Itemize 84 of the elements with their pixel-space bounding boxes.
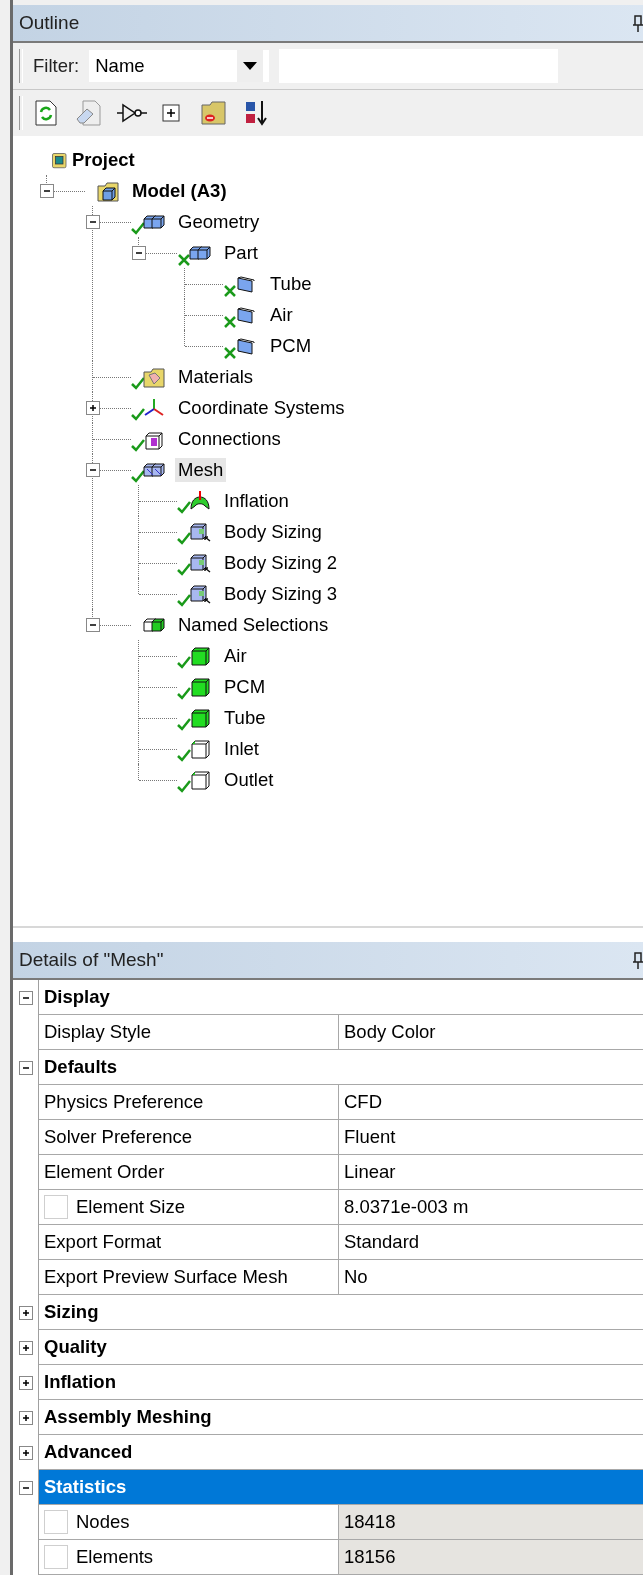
group-header[interactable]: Defaults bbox=[39, 1050, 643, 1085]
expand-toggle[interactable] bbox=[18, 1375, 33, 1390]
parameter-checkbox[interactable] bbox=[44, 1195, 68, 1219]
tree-item[interactable]: Tube bbox=[221, 705, 269, 730]
sizing-icon bbox=[189, 520, 213, 545]
panel-title: Outline bbox=[19, 12, 80, 34]
tree-item[interactable]: Materials bbox=[175, 364, 257, 389]
property-value[interactable]: No bbox=[339, 1260, 643, 1295]
property-value[interactable]: CFD bbox=[339, 1085, 643, 1120]
tree-item[interactable]: Coordinate Systems bbox=[175, 395, 348, 420]
tree-item[interactable]: Body Sizing 2 bbox=[221, 550, 341, 575]
pin-icon[interactable] bbox=[633, 950, 643, 970]
named-empty-icon bbox=[189, 737, 213, 762]
tree-item[interactable]: Connections bbox=[175, 426, 284, 451]
tree-item[interactable]: Part bbox=[221, 240, 261, 265]
tree-item[interactable]: Project bbox=[69, 147, 138, 172]
sort-icon[interactable] bbox=[243, 99, 269, 127]
tree-item[interactable]: Air bbox=[221, 643, 250, 668]
tree-item[interactable]: PCM bbox=[221, 674, 269, 699]
property-name: Display Style bbox=[39, 1015, 339, 1050]
tree-item[interactable]: PCM bbox=[267, 333, 315, 358]
group-header[interactable]: Assembly Meshing bbox=[39, 1400, 643, 1435]
group-header[interactable]: Display bbox=[39, 980, 643, 1015]
group-header[interactable]: Sizing bbox=[39, 1295, 643, 1330]
named-empty-icon bbox=[189, 768, 213, 793]
expand-toggle[interactable] bbox=[18, 1445, 33, 1460]
model-icon bbox=[97, 179, 121, 204]
tree-item[interactable]: Tube bbox=[267, 271, 315, 296]
property-name: Physics Preference bbox=[39, 1085, 339, 1120]
parameter-checkbox[interactable] bbox=[44, 1545, 68, 1569]
tree-item[interactable]: Body Sizing 3 bbox=[221, 581, 341, 606]
sizing-icon bbox=[189, 551, 213, 576]
folder-icon[interactable] bbox=[201, 99, 227, 127]
expand-toggle[interactable] bbox=[86, 400, 100, 415]
tree-item[interactable]: Model (A3) bbox=[129, 178, 230, 203]
named-solid-icon bbox=[189, 644, 213, 669]
property-label: Nodes bbox=[76, 1511, 130, 1533]
property-value[interactable]: Body Color bbox=[339, 1015, 643, 1050]
collapse-toggle[interactable] bbox=[132, 245, 146, 260]
property-value[interactable]: 8.0371e-003 m bbox=[339, 1190, 643, 1225]
property-label: Elements bbox=[76, 1546, 154, 1568]
property-value[interactable]: Linear bbox=[339, 1155, 643, 1190]
named-solid-icon bbox=[189, 675, 213, 700]
materials-icon bbox=[143, 365, 167, 390]
tree-item[interactable]: Mesh bbox=[175, 457, 227, 482]
property-value[interactable]: 18418 bbox=[339, 1505, 643, 1540]
tree-item[interactable]: Inflation bbox=[221, 488, 292, 513]
expand-toggle[interactable] bbox=[18, 1340, 33, 1355]
tree-item[interactable]: Inlet bbox=[221, 736, 262, 761]
group-header[interactable]: Inflation bbox=[39, 1365, 643, 1400]
property-name: Export Preview Surface Mesh bbox=[39, 1260, 339, 1295]
property-label: Element Size bbox=[76, 1196, 185, 1218]
refresh-icon[interactable] bbox=[33, 99, 59, 127]
group-header[interactable]: Quality bbox=[39, 1330, 643, 1365]
expand-toggle[interactable] bbox=[18, 1305, 33, 1320]
panel-title: Details of "Mesh" bbox=[19, 949, 164, 971]
sizing-icon bbox=[189, 582, 213, 607]
group-header[interactable]: Statistics bbox=[39, 1470, 643, 1505]
collapse-toggle[interactable] bbox=[18, 1060, 33, 1075]
collapse-toggle[interactable] bbox=[40, 183, 54, 198]
pin-icon[interactable] bbox=[633, 13, 643, 33]
parameter-checkbox[interactable] bbox=[44, 1510, 68, 1534]
collapse-toggle[interactable] bbox=[86, 462, 100, 477]
property-name: Solver Preference bbox=[39, 1120, 339, 1155]
caret-icon bbox=[243, 62, 258, 70]
property-name: Element Order bbox=[39, 1155, 339, 1190]
property-value[interactable]: 18156 bbox=[339, 1540, 643, 1575]
property-value[interactable]: Standard bbox=[339, 1225, 643, 1260]
eraser-icon[interactable] bbox=[75, 99, 101, 127]
filter-label: Filter: bbox=[33, 55, 80, 77]
property-name: Export Format bbox=[39, 1225, 339, 1260]
property-value[interactable]: Fluent bbox=[339, 1120, 643, 1155]
expand-toggle[interactable] bbox=[18, 1410, 33, 1425]
tree-item[interactable]: Body Sizing bbox=[221, 519, 325, 544]
tree-item[interactable]: Geometry bbox=[175, 209, 263, 234]
tree-item[interactable]: Outlet bbox=[221, 767, 277, 792]
collapse-toggle[interactable] bbox=[86, 214, 100, 229]
filter-dropdown[interactable]: Name bbox=[89, 50, 270, 82]
collapse-toggle[interactable] bbox=[18, 1480, 33, 1495]
collapse-toggle[interactable] bbox=[18, 990, 33, 1005]
tree-item[interactable]: Named Selections bbox=[175, 612, 332, 637]
tree-item[interactable]: Air bbox=[267, 302, 296, 327]
collapse-toggle[interactable] bbox=[86, 617, 100, 632]
named-solid-icon bbox=[189, 706, 213, 731]
